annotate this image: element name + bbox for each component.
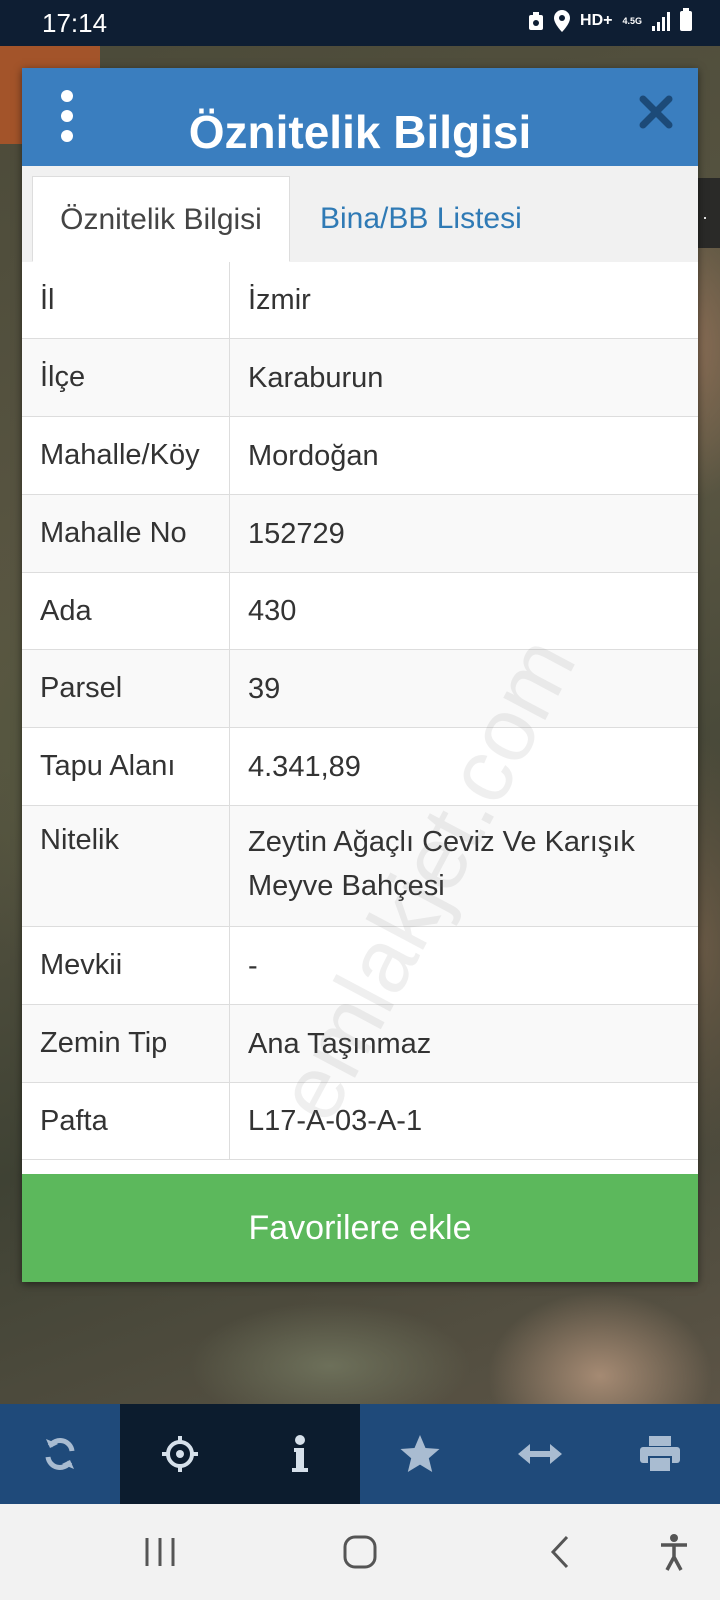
recent-apps-icon [145, 1538, 175, 1566]
table-row: İl İzmir [22, 262, 698, 339]
table-row: Zemin Tip Ana Taşınmaz [22, 1005, 698, 1083]
network-type: 4.5G [622, 16, 642, 26]
accessibility-icon [661, 1534, 687, 1571]
row-label: Pafta [22, 1083, 230, 1159]
print-icon [640, 1436, 680, 1473]
bottom-toolbar [0, 1404, 720, 1504]
table-row: Pafta L17-A-03-A-1 [22, 1083, 698, 1160]
system-navigation-bar [0, 1504, 720, 1600]
info-button[interactable] [240, 1404, 360, 1504]
table-row: Ada 430 [22, 573, 698, 650]
table-row: Mahalle No 152729 [22, 495, 698, 573]
table-row: Tapu Alanı 4.341,89 [22, 728, 698, 806]
row-value: - [248, 949, 258, 982]
status-time: 17:14 [42, 8, 108, 38]
home-icon [343, 1535, 377, 1569]
row-label: İlçe [22, 339, 230, 416]
row-value: 39 [248, 672, 281, 705]
refresh-button[interactable] [0, 1404, 120, 1504]
status-icons: HD+ 4.5G [528, 8, 692, 32]
crosshair-icon [162, 1436, 198, 1472]
star-icon [400, 1435, 440, 1472]
row-value: Ana Taşınmaz [248, 1027, 432, 1060]
row-value: Zeytin Ağaçlı Ceviz Ve Karışık Meyve Bah… [248, 826, 635, 902]
row-label: İl [22, 262, 230, 338]
close-button[interactable] [636, 94, 676, 134]
row-label: Mahalle No [22, 495, 230, 572]
table-row: Nitelik Zeytin Ağaçlı Ceviz Ve Karışık M… [22, 806, 698, 927]
row-value: 430 [248, 595, 297, 627]
favorites-button[interactable] [360, 1404, 480, 1504]
attribute-info-modal: Öznitelik Bilgisi Öznitelik Bilgisi Bina… [22, 68, 698, 1282]
locate-button[interactable] [120, 1404, 240, 1504]
table-row: Mevkii - [22, 927, 698, 1005]
table-row: İlçe Karaburun [22, 339, 698, 417]
row-label: Mevkii [22, 927, 230, 1004]
signal-icon [652, 11, 670, 31]
add-to-favorites-button[interactable]: Favorilere ekle [22, 1174, 698, 1282]
row-value: 4.341,89 [248, 750, 361, 783]
row-value: Mordoğan [248, 439, 379, 472]
refresh-icon [45, 1438, 75, 1470]
table-row: Parsel 39 [22, 650, 698, 728]
row-label: Ada [22, 573, 230, 649]
info-icon [292, 1435, 308, 1472]
table-row: Mahalle/Köy Mordoğan [22, 417, 698, 495]
row-label: Parsel [22, 650, 230, 727]
row-label: Nitelik [22, 806, 230, 926]
recycle-icon [529, 12, 544, 30]
modal-header: Öznitelik Bilgisi [22, 68, 698, 166]
row-value: İzmir [248, 284, 311, 316]
back-button[interactable] [530, 1504, 590, 1600]
home-button[interactable] [330, 1504, 390, 1600]
row-label: Tapu Alanı [22, 728, 230, 805]
row-label: Zemin Tip [22, 1005, 230, 1082]
row-value: 152729 [248, 517, 345, 550]
back-icon [550, 1535, 569, 1569]
tab-attribute-info[interactable]: Öznitelik Bilgisi [32, 176, 290, 262]
attribute-table: İl İzmir İlçe Karaburun Mahalle/Köy Mord… [22, 262, 698, 1160]
recent-apps-button[interactable] [130, 1504, 190, 1600]
measure-button[interactable] [480, 1404, 600, 1504]
status-bar: 17:14 HD+ 4.5G [0, 0, 720, 46]
row-value: Karaburun [248, 361, 384, 394]
tab-bar: Öznitelik Bilgisi Bina/BB Listesi [22, 166, 698, 263]
accessibility-button[interactable] [644, 1504, 704, 1600]
modal-title: Öznitelik Bilgisi [188, 106, 532, 158]
print-button[interactable] [600, 1404, 720, 1504]
network-label: HD+ [580, 12, 613, 29]
row-label: Mahalle/Köy [22, 417, 230, 494]
row-value: L17-A-03-A-1 [248, 1105, 423, 1137]
tab-building-list[interactable]: Bina/BB Listesi [300, 176, 542, 262]
location-icon [554, 10, 571, 32]
measure-arrows-icon [518, 1444, 562, 1464]
battery-icon [680, 8, 692, 31]
close-icon [639, 95, 673, 129]
